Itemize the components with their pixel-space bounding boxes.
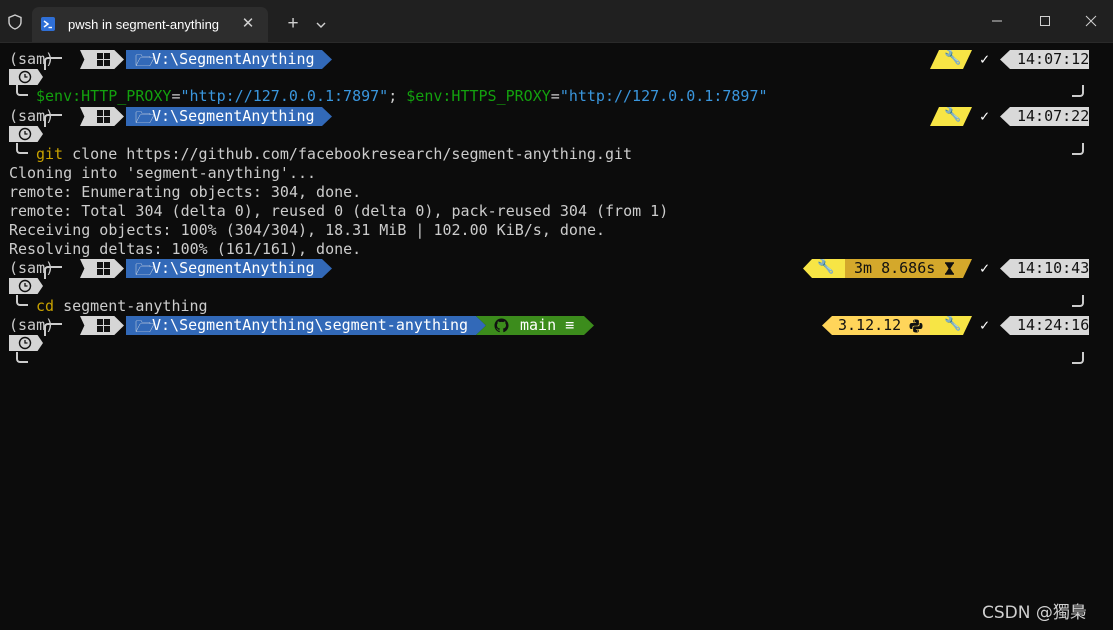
clock-icon: [18, 279, 32, 293]
wrench-icon: 🔧: [817, 259, 835, 275]
close-tab-button[interactable]: ✕: [238, 14, 258, 34]
time-segment: 14:07:22: [1000, 107, 1089, 126]
hourglass-icon: [944, 262, 955, 275]
prompt-connector: [16, 85, 28, 96]
maximize-button[interactable]: [1034, 10, 1056, 32]
token: git: [36, 145, 64, 163]
time-text: 14:07:12: [1017, 50, 1090, 68]
shield-icon[interactable]: [8, 14, 22, 30]
token: cd: [36, 297, 55, 315]
new-tab-button[interactable]: +: [282, 14, 304, 36]
time-segment: 14:10:43: [1000, 259, 1089, 278]
time-text: 14:10:43: [1017, 259, 1090, 277]
token: clone https://github.com/facebookresearc…: [63, 145, 633, 163]
path-segment: 🗁 V:\SegmentAnything: [126, 107, 332, 126]
minimize-button[interactable]: [986, 10, 1008, 32]
output-line: remote: Enumerating objects: 304, done.: [9, 183, 362, 201]
clock-icon: [18, 70, 32, 84]
wrench-icon: 🔧: [944, 107, 962, 123]
python-segment: 3.12.12: [822, 316, 934, 335]
powershell-icon: [41, 17, 55, 31]
github-icon: [494, 318, 509, 333]
check-icon: ✓: [980, 107, 990, 125]
prompt-connector: [44, 114, 62, 127]
command-line: cd segment-anything: [36, 297, 208, 316]
check-icon: ✓: [980, 259, 990, 277]
tab-pwsh[interactable]: pwsh in segment-anything ✕: [32, 7, 268, 42]
time-segment: 14:24:16: [1000, 316, 1089, 335]
path-segment: 🗁 V:\SegmentAnything: [126, 50, 332, 69]
token: "http://127.0.0.1:7897": [180, 87, 389, 105]
time-text: 14:24:16: [1017, 316, 1090, 334]
wrench-icon: 🔧: [944, 316, 962, 332]
output-line: Cloning into 'segment-anything'...: [9, 164, 317, 182]
path-segment: 🗁 V:\SegmentAnything\segment-anything: [126, 316, 486, 335]
git-branch: main ≡: [520, 316, 575, 334]
output-line: remote: Total 304 (delta 0), reused 0 (d…: [9, 202, 669, 220]
prompt-connector: [16, 143, 28, 154]
token: segment-anything: [54, 297, 208, 315]
clock-icon: [18, 336, 32, 350]
title-bar: pwsh in segment-anything ✕ +: [0, 0, 1113, 43]
command-line: git clone https://github.com/facebookres…: [36, 145, 632, 164]
duration-text: 3m 8.686s: [854, 259, 936, 277]
prompt-connector: [16, 352, 28, 363]
output-line: Resolving deltas: 100% (161/161), done.: [9, 240, 362, 258]
token: =: [550, 87, 560, 105]
wrench-icon: 🔧: [944, 50, 962, 66]
clock-icon: [18, 127, 32, 141]
path-segment: 🗁 V:\SegmentAnything: [126, 259, 332, 278]
windows-icon: [97, 110, 110, 123]
watermark: CSDN @獨梟: [982, 603, 1087, 623]
git-segment: main ≡: [476, 316, 594, 335]
terminal-pane[interactable]: (sam) 🗁 V:\SegmentAnything 🔧 ✓ 14:07:12 …: [0, 42, 1113, 630]
check-icon: ✓: [980, 50, 990, 68]
tab-title: pwsh in segment-anything: [68, 17, 220, 32]
prompt-connector: [44, 323, 62, 336]
duration-segment: 3m 8.686s: [845, 259, 972, 278]
chevron-down-icon[interactable]: [314, 18, 328, 32]
path-text: V:\SegmentAnything: [152, 50, 315, 68]
check-icon: ✓: [980, 316, 990, 334]
prompt-connector: [44, 266, 62, 279]
token: $env:HTTPS_PROXY: [406, 87, 551, 105]
tools-segment: 🔧: [930, 50, 972, 69]
prompt-connector: [44, 57, 62, 70]
windows-icon: [97, 262, 110, 275]
windows-icon: [97, 319, 110, 332]
tools-segment: 🔧: [803, 259, 845, 278]
prompt-connector: [1072, 295, 1084, 307]
prompt-connector: [1072, 85, 1084, 97]
close-window-button[interactable]: [1080, 10, 1102, 32]
python-icon: [909, 319, 923, 333]
token: ;: [388, 87, 407, 105]
prompt-connector: [16, 295, 28, 306]
python-version: 3.12.12: [838, 316, 902, 334]
tools-segment: 🔧: [930, 316, 972, 335]
path-text: V:\SegmentAnything: [152, 107, 315, 125]
time-segment: 14:07:12: [1000, 50, 1089, 69]
time-text: 14:07:22: [1017, 107, 1090, 125]
windows-icon: [97, 53, 110, 66]
output-line: Receiving objects: 100% (304/304), 18.31…: [9, 221, 606, 239]
prompt-connector: [1072, 143, 1084, 155]
tools-segment: 🔧: [930, 107, 972, 126]
prompt-connector: [1072, 352, 1084, 364]
token: $env:HTTP_PROXY: [36, 87, 172, 105]
path-text: V:\SegmentAnything: [152, 259, 315, 277]
token: "http://127.0.0.1:7897": [559, 87, 768, 105]
command-line: $env:HTTP_PROXY="http://127.0.0.1:7897";…: [36, 87, 768, 106]
path-text: V:\SegmentAnything\segment-anything: [152, 316, 469, 334]
token: =: [171, 87, 181, 105]
